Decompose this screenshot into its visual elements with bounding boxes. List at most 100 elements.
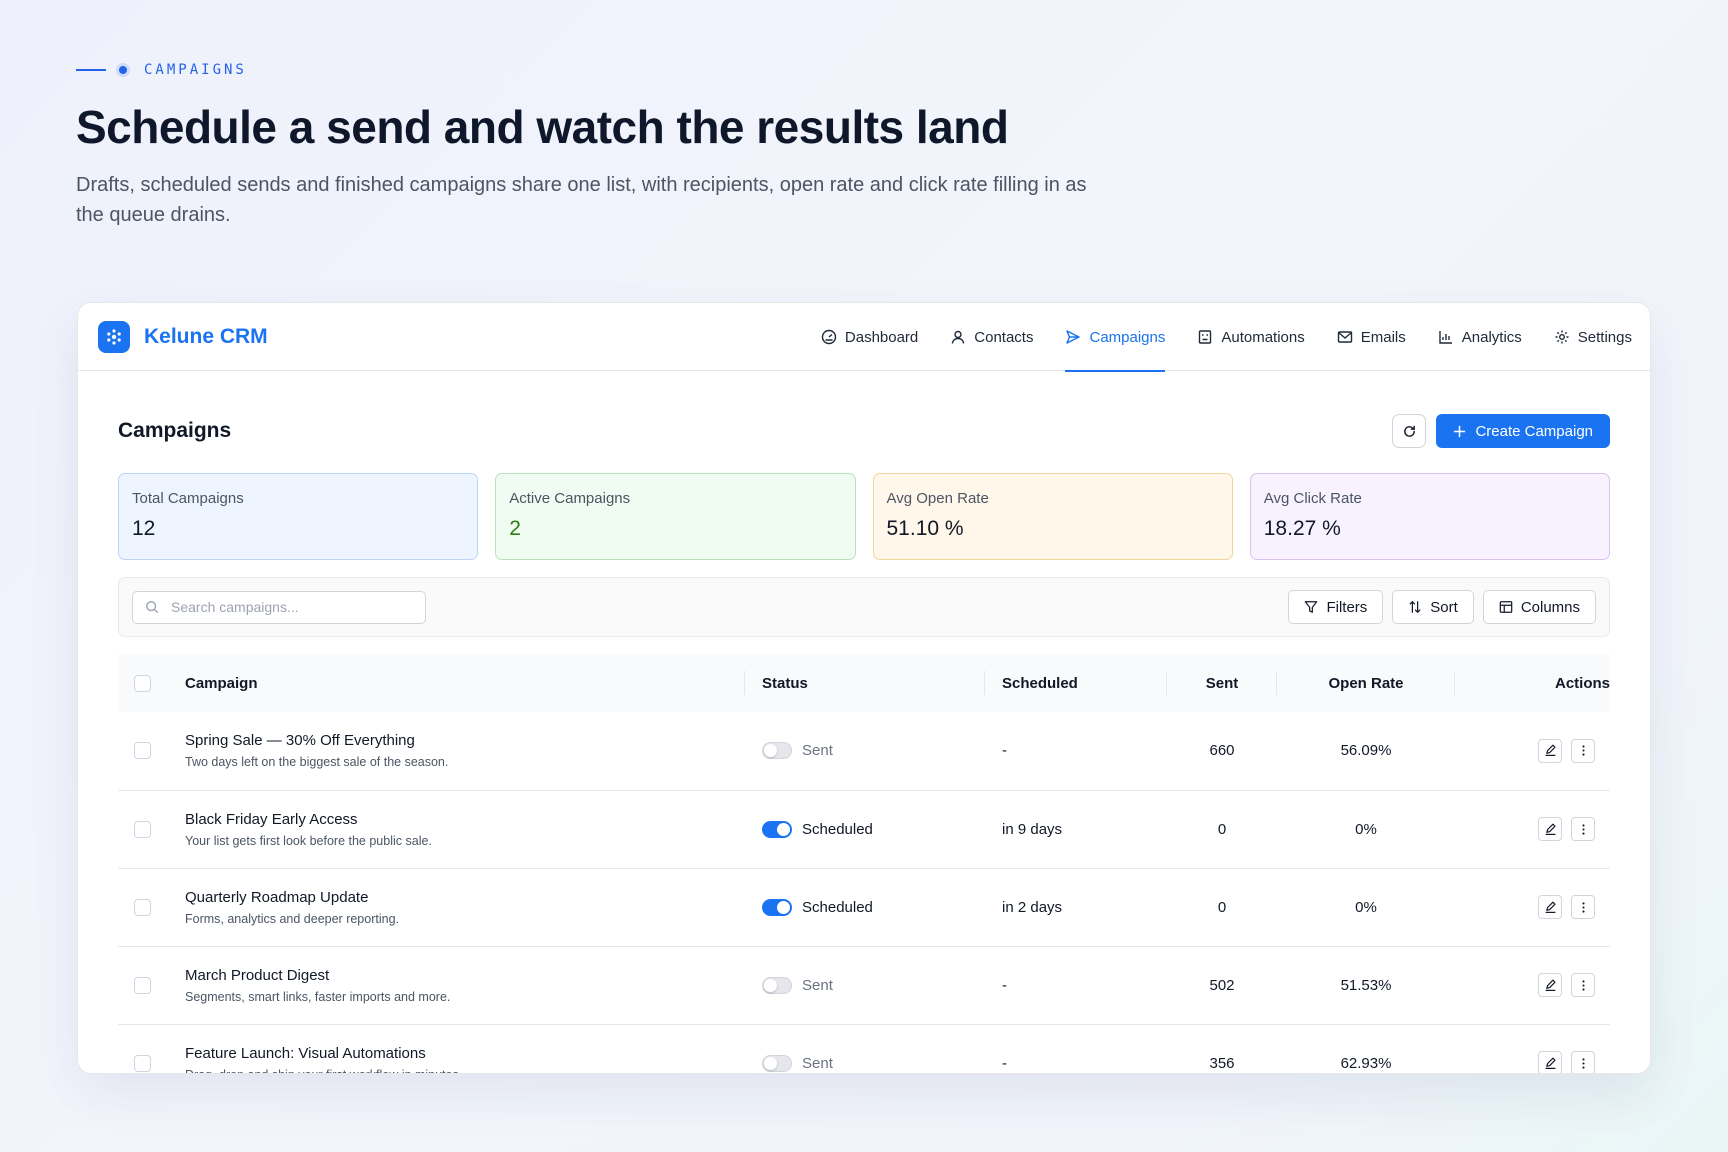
row-checkbox[interactable]: [134, 820, 151, 838]
columns-button[interactable]: Columns: [1482, 590, 1596, 624]
campaign-name[interactable]: Quarterly Roadmap Update: [185, 889, 745, 906]
app-window: Kelune CRM Dashboard Contacts Campaigns …: [77, 302, 1651, 1074]
sort-label: Sort: [1430, 598, 1458, 616]
hero-subtitle: Drafts, scheduled sends and finished cam…: [76, 174, 1087, 226]
actions-cell: [1455, 790, 1610, 868]
actions-cell: [1455, 946, 1610, 1024]
status-toggle[interactable]: [762, 1054, 792, 1072]
refresh-button[interactable]: [1392, 414, 1427, 448]
robot-icon: [1199, 330, 1212, 344]
sent-cell: 0: [1217, 820, 1227, 838]
nav-emails[interactable]: Emails: [1337, 303, 1406, 371]
scheduled-cell: -: [1002, 742, 1007, 760]
row-checkbox[interactable]: [134, 898, 151, 916]
nav-automations[interactable]: Automations: [1197, 303, 1305, 371]
header-actions: Create Campaign: [1392, 414, 1610, 448]
status-label: Scheduled: [802, 820, 873, 838]
campaign-name[interactable]: March Product Digest: [185, 967, 745, 984]
table-toolbar: Filters Sort Columns: [118, 577, 1610, 637]
sort-button[interactable]: Sort: [1392, 590, 1474, 624]
nav-contacts[interactable]: Contacts: [950, 303, 1033, 371]
table-row[interactable]: Quarterly Roadmap Update Forms, analytic…: [118, 868, 1610, 946]
pencil-icon: [1545, 823, 1556, 835]
status-toggle[interactable]: [762, 898, 792, 916]
stat-value: 51.10 %: [886, 517, 964, 540]
search-input[interactable]: [171, 599, 411, 615]
logo-icon: [98, 320, 130, 353]
header-scheduled[interactable]: Scheduled: [985, 654, 1167, 712]
brand[interactable]: Kelune CRM: [98, 320, 268, 353]
stat-value: 2: [509, 517, 521, 540]
stat-card-active: Active Campaigns 2: [495, 473, 856, 560]
edit-button[interactable]: [1538, 738, 1562, 763]
row-checkbox-cell: [118, 868, 185, 946]
more-button[interactable]: [1571, 738, 1595, 763]
send-icon: [1066, 330, 1081, 344]
header-campaign[interactable]: Campaign: [185, 654, 745, 712]
row-checkbox[interactable]: [134, 1054, 151, 1072]
status-cell: Scheduled: [745, 790, 985, 868]
edit-button[interactable]: [1538, 817, 1562, 841]
header-status[interactable]: Status: [745, 654, 985, 712]
nav-analytics[interactable]: Analytics: [1438, 303, 1522, 371]
nav-dashboard[interactable]: Dashboard: [821, 303, 918, 371]
nav-automations-label: Automations: [1221, 328, 1305, 346]
row-checkbox-cell: [118, 712, 185, 790]
plus-icon: [1454, 425, 1466, 437]
sent-cell: 660: [1209, 742, 1235, 760]
scheduled-cell: in 9 days: [1002, 820, 1063, 838]
nav-campaigns-label: Campaigns: [1089, 328, 1166, 346]
header-actions: Actions: [1554, 674, 1610, 692]
select-all-checkbox[interactable]: [134, 674, 151, 692]
status-label: Sent: [802, 1054, 833, 1072]
stat-card-open-rate: Avg Open Rate 51.10 %: [872, 473, 1233, 560]
stat-card-total: Total Campaigns 12: [118, 473, 479, 560]
campaign-name[interactable]: Black Friday Early Access: [185, 811, 745, 828]
table-row[interactable]: March Product Digest Segments, smart lin…: [118, 946, 1610, 1024]
create-campaign-button[interactable]: Create Campaign: [1436, 414, 1610, 448]
table-row[interactable]: Black Friday Early Access Your list gets…: [118, 790, 1610, 868]
stat-label: Avg Open Rate: [886, 490, 989, 507]
more-button[interactable]: [1571, 895, 1595, 919]
status-toggle[interactable]: [762, 820, 792, 838]
create-campaign-label: Create Campaign: [1475, 422, 1593, 440]
campaigns-table: Campaign Status Scheduled Sent Open Rate…: [118, 654, 1610, 1074]
table-row[interactable]: Spring Sale — 30% Off Everything Two day…: [118, 712, 1610, 790]
pencil-icon: [1545, 744, 1556, 757]
nav-campaigns[interactable]: Campaigns: [1065, 303, 1166, 372]
more-vertical-icon: [1581, 823, 1585, 835]
campaign-name[interactable]: Spring Sale — 30% Off Everything: [185, 732, 745, 749]
scheduled-cell: -: [1002, 1054, 1007, 1072]
campaign-cell: Feature Launch: Visual Automations Drag,…: [185, 1024, 745, 1074]
scheduled-cell: -: [1002, 976, 1007, 994]
filters-button[interactable]: Filters: [1288, 590, 1384, 624]
nav-settings[interactable]: Settings: [1554, 303, 1632, 371]
edit-button[interactable]: [1538, 1051, 1562, 1073]
edit-button[interactable]: [1538, 973, 1562, 997]
mail-icon: [1337, 331, 1352, 343]
more-button[interactable]: [1571, 1051, 1595, 1073]
row-checkbox[interactable]: [134, 976, 151, 994]
status-toggle[interactable]: [762, 976, 792, 994]
header-open-rate[interactable]: Open Rate: [1277, 654, 1455, 712]
more-vertical-icon: [1581, 1057, 1585, 1069]
eyebrow-line: [76, 69, 106, 71]
more-button[interactable]: [1571, 973, 1595, 997]
eyebrow-label: CAMPAIGNS: [144, 62, 247, 78]
stat-card-click-rate: Avg Click Rate 18.27 %: [1249, 473, 1610, 560]
gear-icon: [1555, 330, 1569, 344]
sent-cell: 356: [1209, 1054, 1235, 1072]
table-row[interactable]: Feature Launch: Visual Automations Drag,…: [118, 1024, 1610, 1074]
hero-title: Schedule a send and watch the results la…: [76, 101, 1009, 153]
status-toggle[interactable]: [762, 742, 792, 760]
nav-settings-label: Settings: [1577, 328, 1632, 346]
edit-button[interactable]: [1538, 895, 1562, 919]
header-sent[interactable]: Sent: [1167, 654, 1277, 712]
filters-label: Filters: [1326, 598, 1368, 616]
pencil-icon: [1545, 979, 1556, 991]
campaign-name[interactable]: Feature Launch: Visual Automations: [185, 1045, 745, 1062]
row-checkbox[interactable]: [134, 742, 151, 760]
search-icon: [146, 601, 159, 614]
more-vertical-icon: [1581, 901, 1585, 913]
more-button[interactable]: [1571, 817, 1595, 841]
